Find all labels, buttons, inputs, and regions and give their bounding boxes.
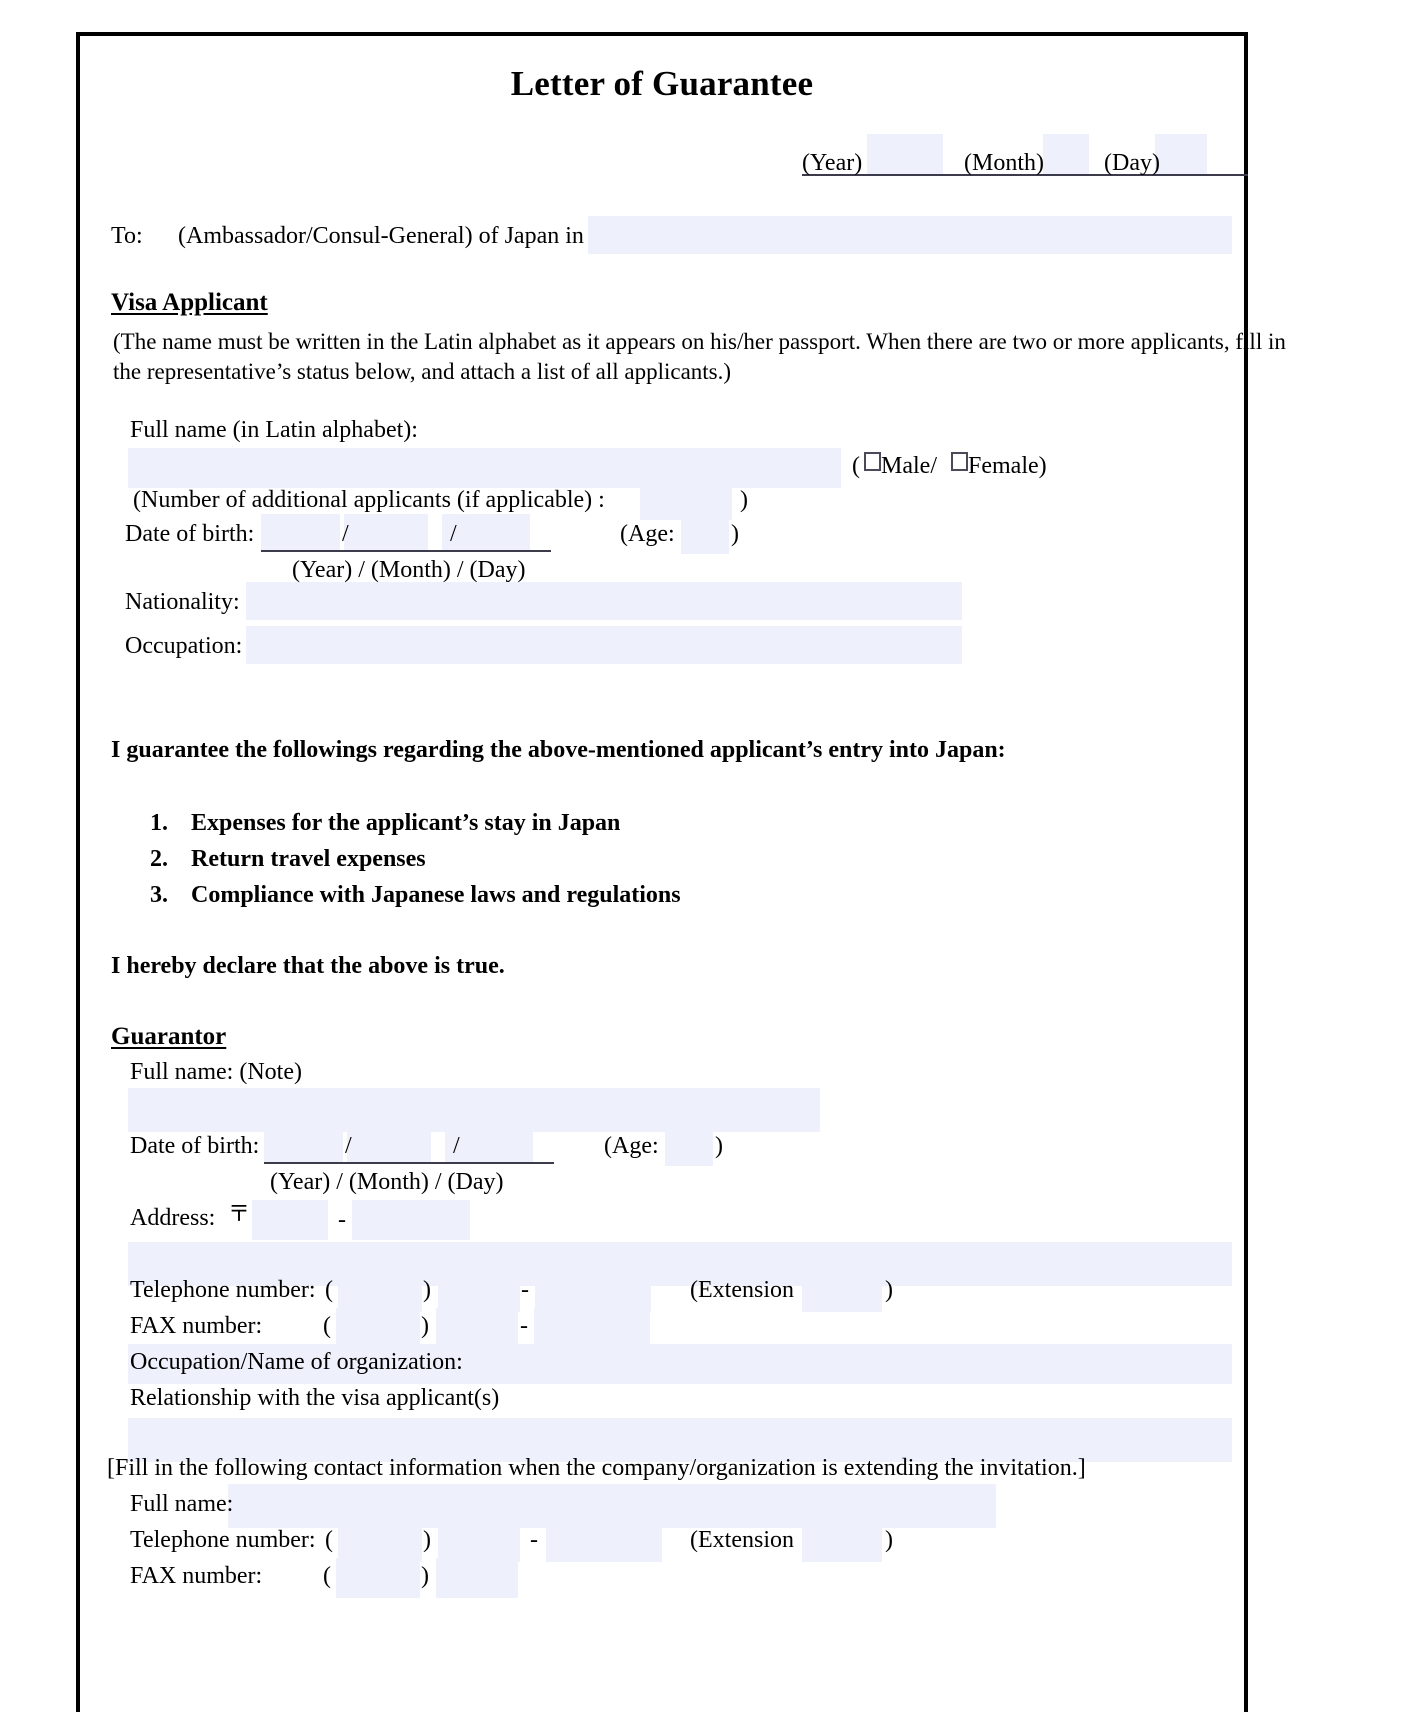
guarantor-dob-label: Date of birth: bbox=[130, 1133, 260, 1159]
guarantor-relationship-label: Relationship with the visa applicant(s) bbox=[130, 1385, 500, 1411]
date-year-label: (Year) bbox=[802, 150, 863, 176]
applicant-dob-label: Date of birth: bbox=[125, 521, 255, 547]
guarantor-dob-year-fill[interactable] bbox=[264, 1126, 343, 1162]
company-tel-close: ) bbox=[423, 1527, 431, 1553]
guarantor-fax-number-fill[interactable] bbox=[534, 1308, 650, 1348]
postal-code-second-fill[interactable] bbox=[352, 1200, 470, 1240]
guarantee-item-2-num: 2. bbox=[150, 846, 168, 872]
company-tel-dash: - bbox=[530, 1527, 538, 1553]
applicant-dob-month-fill[interactable] bbox=[344, 514, 428, 550]
company-tel-open: ( bbox=[325, 1527, 333, 1553]
guarantee-declaration: I hereby declare that the above is true. bbox=[111, 953, 505, 979]
applicant-age-close: ) bbox=[731, 521, 739, 547]
applicant-dob-year-fill[interactable] bbox=[261, 514, 340, 550]
applicant-nationality-label: Nationality: bbox=[125, 589, 240, 615]
guarantor-dob-slash-1: / bbox=[345, 1133, 352, 1159]
guarantee-item-1-num: 1. bbox=[150, 810, 168, 836]
guarantor-age-label: (Age: bbox=[604, 1133, 659, 1159]
guarantor-heading: Guarantor bbox=[111, 1023, 227, 1050]
guarantor-address-label: Address: bbox=[130, 1205, 216, 1231]
company-fax-prefix-fill[interactable] bbox=[436, 1558, 518, 1598]
applicant-age-label: (Age: bbox=[620, 521, 675, 547]
guarantor-tel-close: ) bbox=[423, 1277, 431, 1303]
applicant-dob-format: (Year) / (Month) / (Day) bbox=[292, 557, 526, 583]
male-checkbox[interactable] bbox=[864, 452, 881, 472]
applicant-full-name-field-fill[interactable] bbox=[128, 448, 841, 488]
to-label: To: bbox=[111, 223, 143, 249]
document-page: Letter of Guarantee (Year) (Month) (Day)… bbox=[76, 32, 1286, 1712]
postal-code-first-fill[interactable] bbox=[252, 1200, 328, 1240]
page-title: Letter of Guarantee bbox=[510, 64, 814, 103]
visa-applicant-heading: Visa Applicant bbox=[111, 289, 268, 316]
applicant-dob-slash-1: / bbox=[342, 521, 349, 547]
guarantor-age-close: ) bbox=[715, 1133, 723, 1159]
company-fax-area-fill[interactable] bbox=[336, 1558, 420, 1598]
male-label: Male/ bbox=[881, 453, 937, 479]
additional-applicants-label: (Number of additional applicants (if app… bbox=[133, 487, 605, 513]
date-month-field-fill[interactable] bbox=[1043, 134, 1089, 176]
postal-mark-icon: 〒 bbox=[228, 1202, 251, 1227]
guarantor-occupation-org-label: Occupation/Name of organization: bbox=[130, 1349, 463, 1375]
company-contact-bracket-note: [Fill in the following contact informati… bbox=[107, 1455, 1086, 1481]
company-tel-prefix-fill[interactable] bbox=[438, 1522, 520, 1562]
female-label: Female) bbox=[968, 453, 1047, 479]
additional-applicants-close: ) bbox=[740, 487, 748, 513]
applicant-dob-slash-2: / bbox=[450, 521, 457, 547]
guarantor-fax-dash: - bbox=[520, 1313, 528, 1339]
applicant-nationality-field-fill[interactable] bbox=[246, 582, 962, 620]
guarantor-dob-slash-2: / bbox=[453, 1133, 460, 1159]
guarantor-tel-prefix-fill[interactable] bbox=[438, 1272, 520, 1312]
guarantor-dob-underline bbox=[264, 1162, 554, 1164]
guarantor-dob-month-fill[interactable] bbox=[347, 1126, 431, 1162]
addressee-text: (Ambassador/Consul-General) of Japan in bbox=[178, 223, 584, 249]
date-month-label: (Month) bbox=[964, 150, 1044, 176]
guarantee-intro: I guarantee the followings regarding the… bbox=[111, 737, 1006, 763]
guarantee-item-3-num: 3. bbox=[150, 882, 168, 908]
guarantee-item-2-text: Return travel expenses bbox=[191, 846, 426, 872]
company-fax-open: ( bbox=[323, 1563, 331, 1589]
guarantor-fax-area-fill[interactable] bbox=[336, 1308, 420, 1348]
applicant-full-name-label: Full name (in Latin alphabet): bbox=[130, 417, 418, 443]
company-tel-ext-close: ) bbox=[885, 1527, 893, 1553]
company-full-name-label: Full name: bbox=[130, 1491, 234, 1517]
guarantor-full-name-label: Full name: (Note) bbox=[130, 1059, 302, 1085]
company-tel-ext-label: (Extension bbox=[690, 1527, 794, 1553]
date-day-label: (Day) bbox=[1104, 150, 1160, 176]
guarantor-tel-ext-fill[interactable] bbox=[802, 1272, 882, 1312]
guarantee-item-3-text: Compliance with Japanese laws and regula… bbox=[191, 882, 681, 908]
guarantor-tel-ext-close: ) bbox=[885, 1277, 893, 1303]
guarantor-age-field-fill[interactable] bbox=[665, 1126, 713, 1166]
gender-open-paren: ( bbox=[852, 453, 860, 479]
applicant-age-field-fill[interactable] bbox=[681, 514, 729, 554]
company-tel-area-fill[interactable] bbox=[338, 1522, 422, 1562]
guarantor-tel-label: Telephone number: bbox=[130, 1277, 316, 1303]
guarantee-item-1-text: Expenses for the applicant’s stay in Jap… bbox=[191, 810, 621, 836]
guarantor-tel-number-fill[interactable] bbox=[535, 1272, 651, 1312]
guarantor-fax-close: ) bbox=[421, 1313, 429, 1339]
date-year-field-fill[interactable] bbox=[867, 134, 943, 176]
applicant-occupation-field-fill[interactable] bbox=[246, 626, 962, 664]
female-checkbox[interactable] bbox=[951, 452, 968, 472]
applicant-dob-underline bbox=[261, 550, 551, 552]
company-tel-label: Telephone number: bbox=[130, 1527, 316, 1553]
guarantor-tel-dash: - bbox=[521, 1277, 529, 1303]
guarantor-tel-ext-label: (Extension bbox=[690, 1277, 794, 1303]
guarantor-fax-label: FAX number: bbox=[130, 1313, 263, 1339]
guarantor-fax-prefix-fill[interactable] bbox=[436, 1308, 518, 1348]
addressee-field-fill[interactable] bbox=[588, 216, 1232, 254]
guarantor-fax-open: ( bbox=[323, 1313, 331, 1339]
company-fax-label: FAX number: bbox=[130, 1563, 263, 1589]
guarantor-tel-area-fill[interactable] bbox=[338, 1272, 422, 1312]
applicant-occupation-label: Occupation: bbox=[125, 633, 243, 659]
visa-applicant-note-line1: (The name must be written in the Latin a… bbox=[113, 329, 1286, 354]
visa-applicant-note-line2: the representative’s status below, and a… bbox=[113, 359, 732, 384]
date-day-field-fill[interactable] bbox=[1155, 134, 1207, 176]
guarantor-tel-open: ( bbox=[325, 1277, 333, 1303]
company-tel-number-fill[interactable] bbox=[546, 1522, 662, 1562]
guarantor-dob-format: (Year) / (Month) / (Day) bbox=[270, 1169, 504, 1195]
postal-code-dash: - bbox=[338, 1207, 346, 1233]
company-fax-close: ) bbox=[421, 1563, 429, 1589]
company-tel-ext-fill[interactable] bbox=[802, 1522, 882, 1562]
